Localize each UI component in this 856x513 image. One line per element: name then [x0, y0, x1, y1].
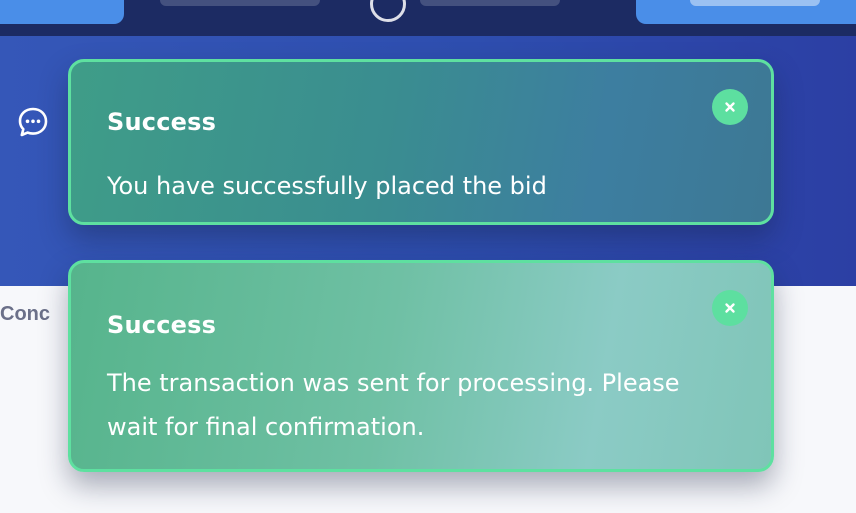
- toast-message: You have successfully placed the bid: [107, 172, 547, 200]
- nav-ring-icon[interactable]: [370, 0, 406, 22]
- toast-title: Success: [107, 311, 217, 339]
- success-toast: Success The transaction was sent for pro…: [68, 260, 774, 472]
- app-page: Conc Success You have successfully place…: [0, 0, 856, 513]
- close-icon: [724, 302, 736, 314]
- nav-item-blurred-2[interactable]: [420, 0, 560, 6]
- chat-bubble-icon[interactable]: [16, 105, 50, 139]
- top-navigation-bar: [0, 0, 856, 36]
- success-toast: Success You have successfully placed the…: [68, 59, 774, 225]
- toast-close-button[interactable]: [712, 89, 748, 125]
- nav-button-right-label: [690, 0, 820, 6]
- nav-item-blurred[interactable]: [160, 0, 320, 6]
- toast-message: The transaction was sent for processing.…: [107, 369, 680, 441]
- nav-button-left[interactable]: [0, 0, 124, 24]
- section-label: Conc: [0, 303, 50, 325]
- toast-close-button[interactable]: [712, 290, 748, 326]
- toast-title: Success: [107, 108, 217, 136]
- close-icon: [724, 101, 736, 113]
